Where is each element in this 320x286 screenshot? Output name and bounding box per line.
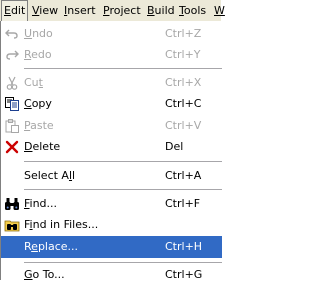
- undo-icon: [4, 26, 20, 42]
- menu-item-paste[interactable]: Paste Ctrl+V: [1, 115, 222, 137]
- menu-item-label: Select All: [24, 169, 76, 182]
- menu-item-label: Copy: [24, 97, 52, 110]
- shortcut-text: Ctrl+H: [165, 240, 203, 253]
- menu-item-redo[interactable]: Redo Ctrl+Y: [1, 44, 222, 66]
- shortcut-text: Ctrl+Y: [165, 48, 201, 61]
- menu-item-label: Replace...: [24, 240, 79, 253]
- menu-item-label: Find...: [24, 197, 58, 210]
- menu-item-select-all[interactable]: Select All Ctrl+A: [1, 165, 222, 187]
- cut-icon: [4, 75, 20, 91]
- binoculars-icon: [4, 196, 20, 212]
- menu-item-label: Cut: [24, 76, 43, 89]
- menu-bar: Edit View Insert Project Build Tools W: [0, 0, 225, 22]
- shortcut-text: Ctrl+F: [165, 197, 201, 210]
- menu-separator: [24, 161, 222, 162]
- menu-item-cut[interactable]: Cut Ctrl+X: [1, 72, 222, 94]
- find-in-files-icon: [4, 217, 20, 233]
- paste-icon: [4, 118, 20, 134]
- shortcut-text: Ctrl+X: [165, 76, 202, 89]
- menu-item-label: Redo: [24, 48, 52, 61]
- menu-separator: [24, 262, 222, 263]
- menu-item-replace[interactable]: Replace... Ctrl+H: [1, 236, 222, 258]
- delete-icon: [4, 139, 20, 155]
- menu-separator: [24, 68, 222, 69]
- shortcut-text: Ctrl+V: [165, 119, 202, 132]
- shortcut-text: Ctrl+G: [165, 268, 203, 281]
- menu-item-delete[interactable]: Delete Del: [1, 136, 222, 158]
- menu-item-label: Find in Files...: [24, 218, 99, 231]
- menu-edit[interactable]: Edit: [1, 0, 29, 21]
- menu-item-copy[interactable]: Copy Ctrl+C: [1, 93, 222, 115]
- menu-item-find[interactable]: Find... Ctrl+F: [1, 193, 222, 215]
- menu-item-label: Delete: [24, 140, 61, 153]
- menu-item-undo[interactable]: Undo Ctrl+Z: [1, 23, 222, 45]
- menu-window[interactable]: W: [211, 0, 228, 21]
- menu-insert[interactable]: Insert: [61, 0, 99, 21]
- menu-item-find-in-files[interactable]: Find in Files...: [1, 214, 222, 236]
- menu-build[interactable]: Build: [144, 0, 178, 21]
- menu-project[interactable]: Project: [100, 0, 144, 21]
- shortcut-text: Del: [165, 140, 184, 153]
- menu-separator: [24, 189, 222, 190]
- copy-icon: [4, 96, 20, 112]
- menu-item-label: Go To...: [24, 268, 65, 281]
- redo-icon: [4, 47, 20, 63]
- shortcut-text: Ctrl+C: [165, 97, 202, 110]
- menu-item-label: Paste: [24, 119, 54, 132]
- edit-menu-dropdown: Undo Ctrl+Z Redo Ctrl+Y Cut Ctrl+X Copy …: [0, 21, 222, 281]
- shortcut-text: Ctrl+Z: [165, 27, 202, 40]
- menu-view[interactable]: View: [29, 0, 61, 21]
- menu-tools[interactable]: Tools: [176, 0, 209, 21]
- menu-item-go-to[interactable]: Go To... Ctrl+G: [1, 264, 222, 286]
- menu-item-label: Undo: [24, 27, 53, 40]
- shortcut-text: Ctrl+A: [165, 169, 202, 182]
